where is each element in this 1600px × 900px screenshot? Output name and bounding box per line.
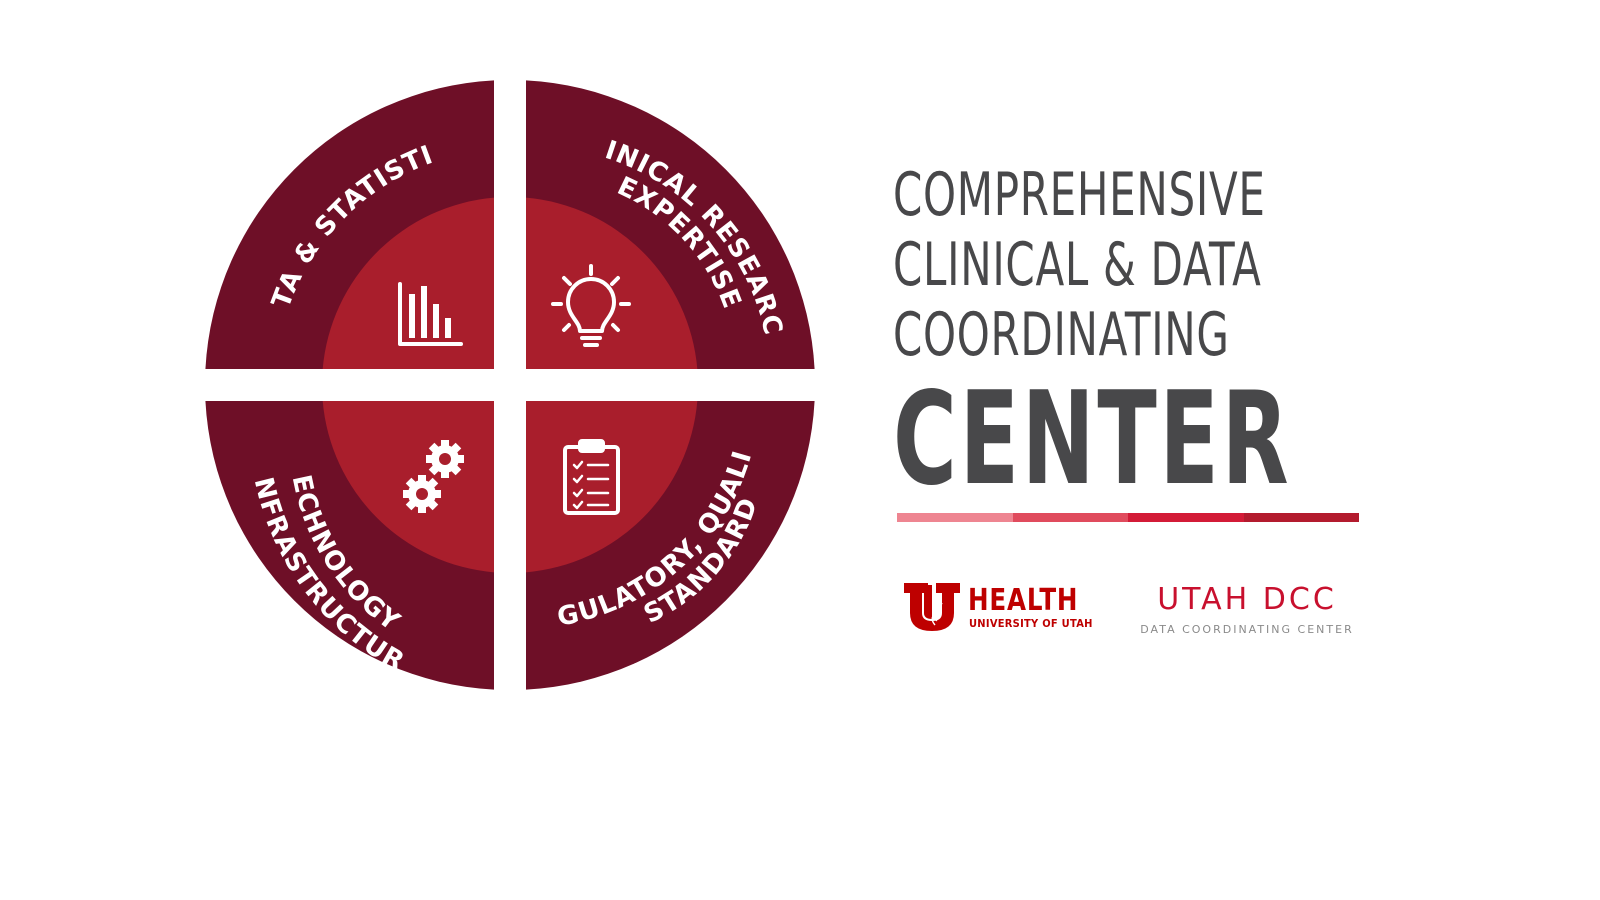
title-block: COMPREHENSIVE CLINICAL & DATA COORDINATI… xyxy=(893,160,1363,504)
data-coordinating-center-text: DATA COORDINATING CENTER xyxy=(1140,623,1354,636)
block-u-icon xyxy=(904,583,960,631)
title-line-center: CENTER xyxy=(893,365,1292,514)
quadrant-diagram: DATA & STATISTICSCLINICAL RESEARCHEXPERT… xyxy=(0,0,815,690)
accent-segment-3 xyxy=(1128,513,1244,522)
accent-segment-1 xyxy=(897,513,1013,522)
title-line-clinical-data: CLINICAL & DATA xyxy=(893,230,1262,300)
accent-bar xyxy=(897,513,1359,522)
accent-segment-2 xyxy=(1012,513,1128,522)
title-line-comprehensive: COMPREHENSIVE xyxy=(893,160,1266,230)
title-line-coordinating: COORDINATING xyxy=(893,300,1230,370)
health-wordmark: HEALTH xyxy=(968,583,1079,618)
accent-segment-4 xyxy=(1243,513,1359,522)
utah-dcc-wordmark: UTAH DCC xyxy=(1157,582,1337,617)
university-of-utah-text: UNIVERSITY OF UTAH xyxy=(969,617,1093,630)
utah-dcc-logo: UTAH DCC DATA COORDINATING CENTER xyxy=(1134,582,1360,636)
